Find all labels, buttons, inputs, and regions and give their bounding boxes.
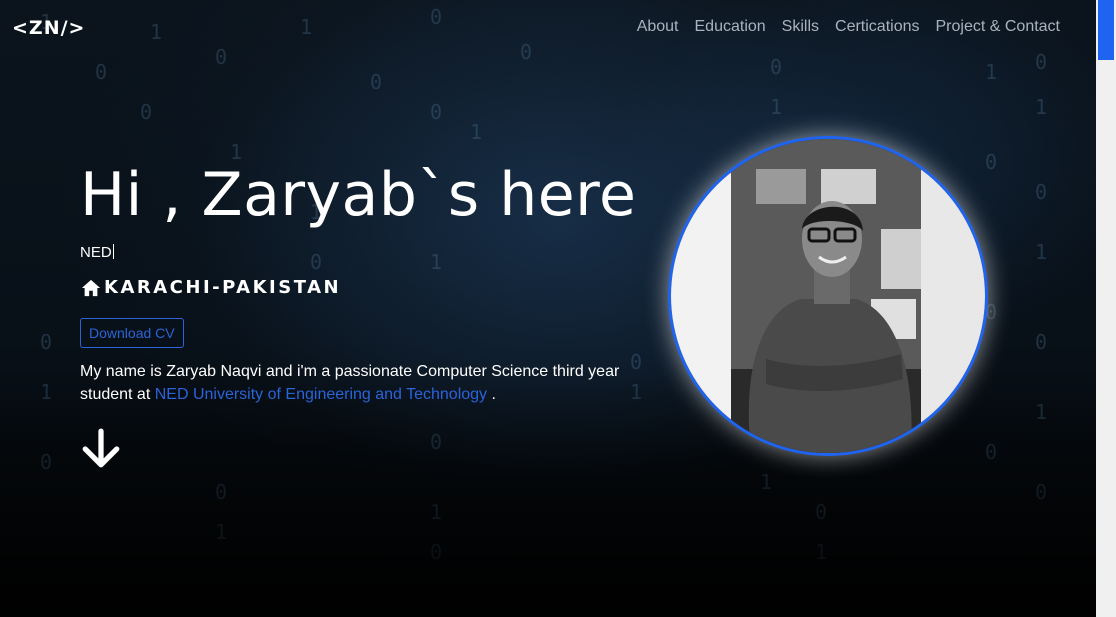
hero-title: Hi , Zaryab`s here <box>80 160 637 230</box>
hero-section: Hi , Zaryab`s here NED KARACHI-PAKISTAN … <box>80 160 640 470</box>
site-logo[interactable]: <ZN/> <box>12 17 85 39</box>
scrollbar-thumb[interactable] <box>1098 0 1114 60</box>
arrow-down-icon[interactable] <box>80 428 122 470</box>
nav-project-contact[interactable]: Project & Contact <box>936 18 1061 36</box>
download-cv-button[interactable]: Download CV <box>80 318 184 348</box>
bio-suffix: . <box>487 386 496 403</box>
page-scrollbar[interactable] <box>1096 0 1116 617</box>
location-line: KARACHI-PAKISTAN <box>80 277 640 298</box>
university-link[interactable]: NED University of Engineering and Techno… <box>155 386 487 403</box>
text-cursor <box>112 244 114 259</box>
main-nav: About Education Skills Certications Proj… <box>637 18 1060 36</box>
home-icon <box>81 279 101 296</box>
bio-paragraph: My name is Zaryab Naqvi and i'm a passio… <box>80 360 620 406</box>
nav-skills[interactable]: Skills <box>782 18 819 36</box>
typed-text-value: NED <box>80 244 112 261</box>
nav-education[interactable]: Education <box>695 18 766 36</box>
profile-photo <box>668 136 988 456</box>
nav-about[interactable]: About <box>637 18 679 36</box>
profile-photo-image <box>671 139 985 453</box>
nav-certifications[interactable]: Certications <box>835 18 919 36</box>
location-text: KARACHI-PAKISTAN <box>104 277 342 298</box>
typed-text: NED <box>80 244 640 261</box>
